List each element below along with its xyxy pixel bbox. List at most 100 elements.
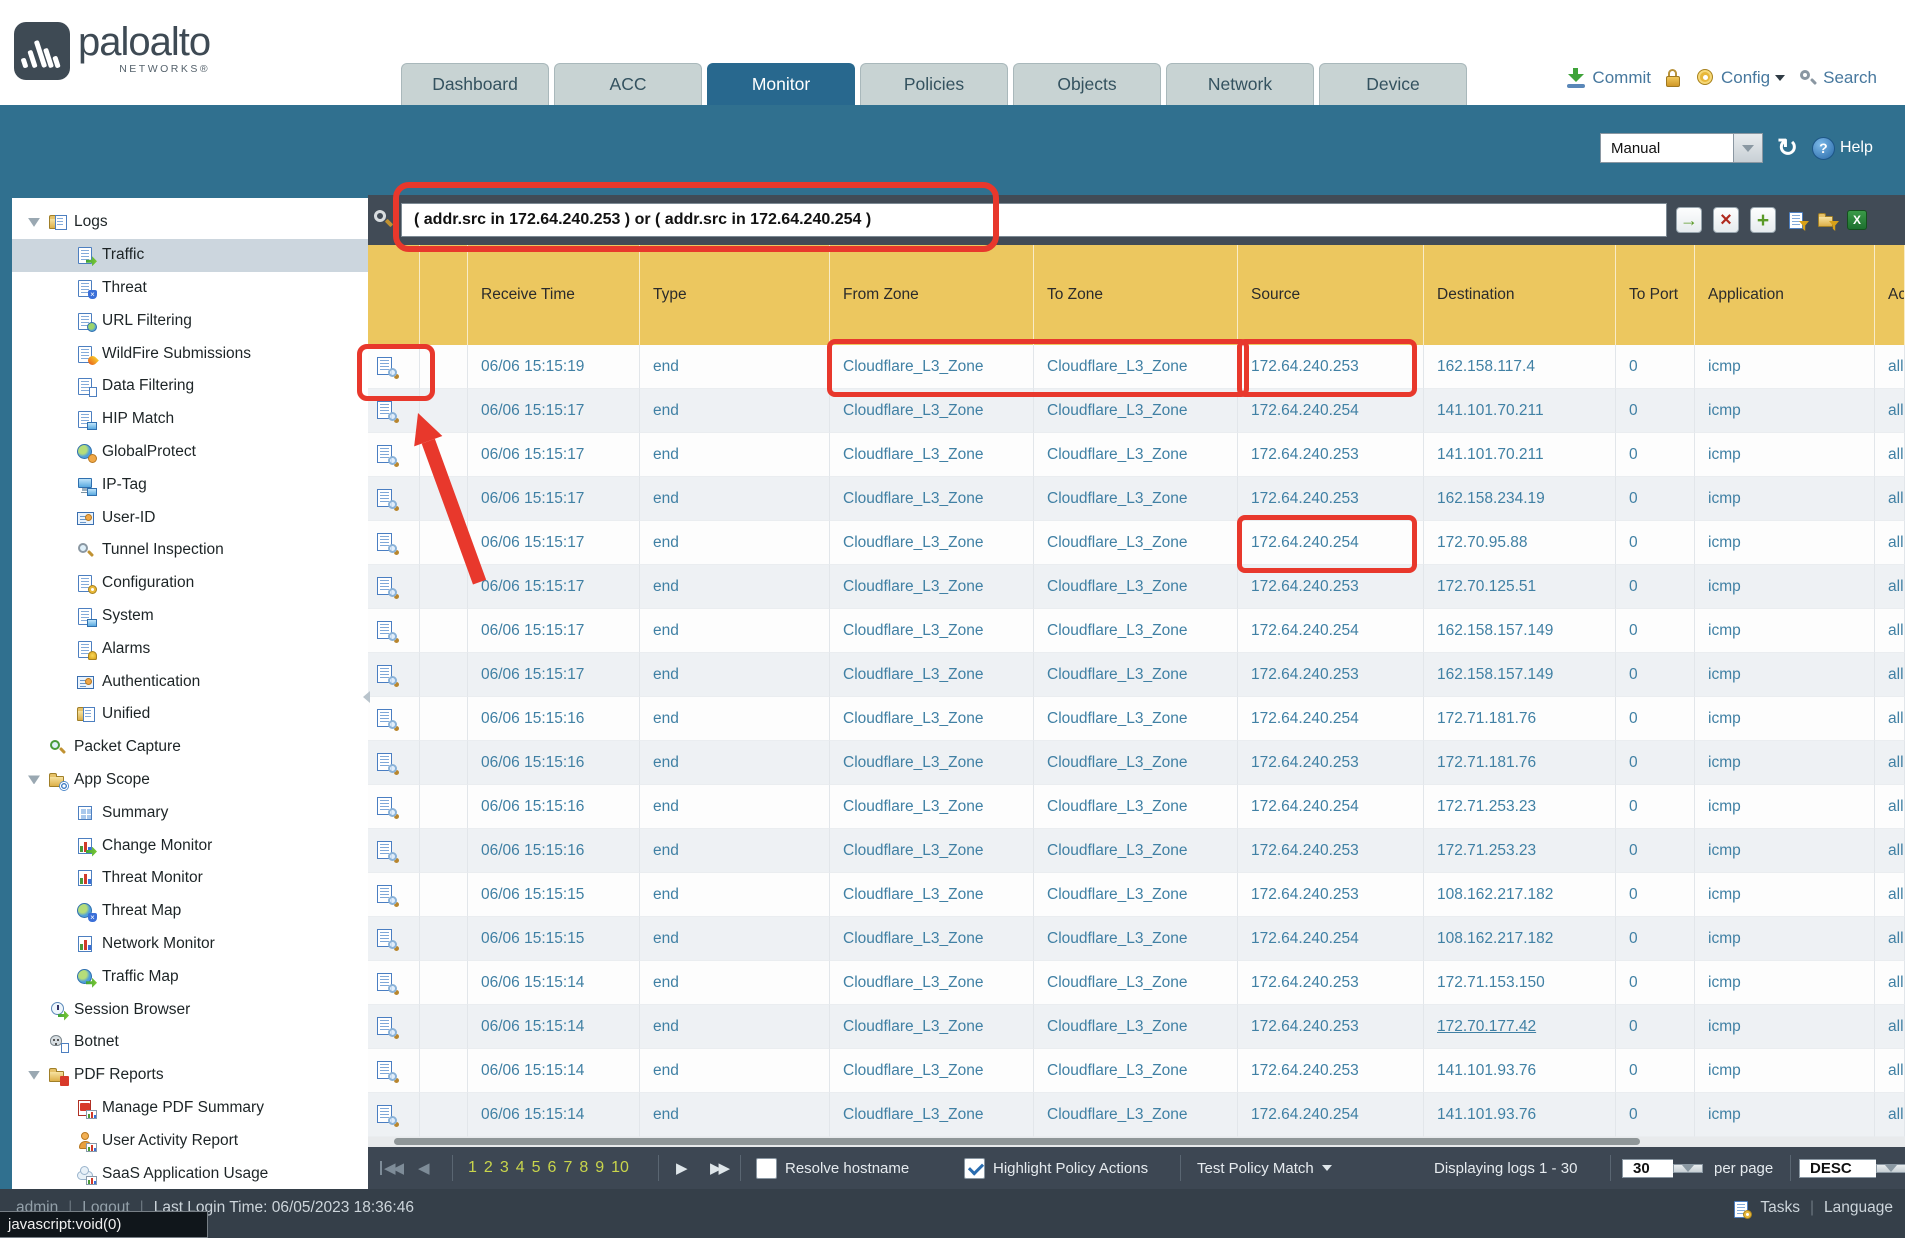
search-button[interactable]: Search xyxy=(1799,68,1877,88)
sidebar-item-network-monitor[interactable]: Network Monitor xyxy=(12,928,368,961)
cell-destination[interactable]: 162.158.157.149 xyxy=(1424,653,1616,697)
sidebar-item-logs[interactable]: Logs xyxy=(12,206,368,239)
commit-button[interactable]: Commit xyxy=(1565,68,1651,88)
sidebar-item-saas-application-usage[interactable]: SaaS Application Usage xyxy=(12,1157,368,1189)
cell-destination[interactable]: 162.158.117.4 xyxy=(1424,345,1616,389)
expander-triangle-icon[interactable] xyxy=(28,218,40,227)
horizontal-scrollbar-thumb[interactable] xyxy=(394,1138,1640,1145)
sidebar-item-alarms[interactable]: Alarms xyxy=(12,632,368,665)
cell-source[interactable]: 172.64.240.253 xyxy=(1238,1049,1424,1093)
sort-order-select[interactable]: DESC xyxy=(1799,1153,1905,1183)
log-detail-magnifier-icon[interactable] xyxy=(376,665,398,685)
column-header-receive-time[interactable]: Receive Time xyxy=(468,245,640,345)
cell-destination[interactable]: 172.70.125.51 xyxy=(1424,565,1616,609)
log-detail-magnifier-icon[interactable] xyxy=(376,1105,398,1125)
sidebar-item-change-monitor[interactable]: Change Monitor xyxy=(12,829,368,862)
log-detail-magnifier-icon[interactable] xyxy=(376,401,398,421)
log-detail-magnifier-icon[interactable] xyxy=(376,577,398,597)
log-detail-magnifier-icon[interactable] xyxy=(376,621,398,641)
column-header-from-zone[interactable]: From Zone xyxy=(830,245,1034,345)
cell-destination[interactable]: 108.162.217.182 xyxy=(1424,873,1616,917)
sidebar-item-configuration[interactable]: Configuration xyxy=(12,567,368,600)
test-policy-match-button[interactable]: Test Policy Match xyxy=(1197,1147,1332,1189)
log-detail-magnifier-icon[interactable] xyxy=(376,797,398,817)
sidebar-item-wildfire-submissions[interactable]: WildFire Submissions xyxy=(12,337,368,370)
cell-destination[interactable]: 141.101.93.76 xyxy=(1424,1093,1616,1137)
language-button[interactable]: Language xyxy=(1824,1199,1893,1217)
cell-source[interactable]: 172.64.240.253 xyxy=(1238,477,1424,521)
sidebar-item-packet-capture[interactable]: Packet Capture xyxy=(12,731,368,764)
cell-source[interactable]: 172.64.240.253 xyxy=(1238,961,1424,1005)
sidebar-item-globalprotect[interactable]: GlobalProtect xyxy=(12,436,368,469)
tab-objects[interactable]: Objects xyxy=(1013,63,1161,105)
sidebar-item-user-activity-report[interactable]: User Activity Report xyxy=(12,1124,368,1157)
refresh-interval-select[interactable]: Manual xyxy=(1600,133,1763,163)
sidebar-item-app-scope[interactable]: App Scope xyxy=(12,764,368,797)
cell-source[interactable]: 172.64.240.253 xyxy=(1238,345,1424,389)
cell-source[interactable]: 172.64.240.254 xyxy=(1238,1093,1424,1137)
sidebar-item-data-filtering[interactable]: Data Filtering xyxy=(12,370,368,403)
filter-builder-icon[interactable] xyxy=(1787,211,1806,229)
log-detail-magnifier-icon[interactable] xyxy=(376,929,398,949)
sidebar-item-authentication[interactable]: Authentication xyxy=(12,665,368,698)
apply-filter-button[interactable]: → xyxy=(1676,207,1702,233)
sidebar-item-ip-tag[interactable]: IP-Tag xyxy=(12,468,368,501)
page-number-5[interactable]: 5 xyxy=(532,1159,541,1177)
dropdown-arrow-icon[interactable] xyxy=(1876,1164,1905,1173)
dropdown-arrow-icon[interactable] xyxy=(1733,133,1763,163)
sidebar-item-threat-map[interactable]: Threat Map xyxy=(12,895,368,928)
clear-filter-button[interactable]: × xyxy=(1713,207,1739,233)
sidebar-item-traffic-map[interactable]: Traffic Map xyxy=(12,960,368,993)
cell-destination[interactable]: 162.158.157.149 xyxy=(1424,609,1616,653)
sidebar-item-manage-pdf-summary[interactable]: Manage PDF Summary xyxy=(12,1092,368,1125)
sidebar-item-user-id[interactable]: User-ID xyxy=(12,501,368,534)
log-detail-magnifier-icon[interactable] xyxy=(376,709,398,729)
resolve-hostname-checkbox[interactable] xyxy=(756,1158,777,1179)
sidebar-item-threat[interactable]: Threat xyxy=(12,272,368,305)
cell-source[interactable]: 172.64.240.253 xyxy=(1238,1005,1424,1049)
per-page-select[interactable]: 30 xyxy=(1622,1153,1703,1183)
log-detail-magnifier-icon[interactable] xyxy=(376,841,398,861)
cell-source[interactable]: 172.64.240.254 xyxy=(1238,521,1424,565)
config-menu-button[interactable]: Config xyxy=(1696,68,1785,88)
cell-source[interactable]: 172.64.240.253 xyxy=(1238,653,1424,697)
next-page-button[interactable]: ▶ xyxy=(676,1147,685,1189)
page-number-2[interactable]: 2 xyxy=(484,1159,493,1177)
help-button[interactable]: ? Help xyxy=(1812,137,1873,160)
column-header-to-port[interactable]: To Port xyxy=(1616,245,1695,345)
column-header-to-zone[interactable]: To Zone xyxy=(1034,245,1238,345)
cell-source[interactable]: 172.64.240.253 xyxy=(1238,565,1424,609)
cell-source[interactable]: 172.64.240.254 xyxy=(1238,917,1424,961)
log-detail-magnifier-icon[interactable] xyxy=(376,885,398,905)
cell-destination[interactable]: 141.101.93.76 xyxy=(1424,1049,1616,1093)
log-detail-magnifier-icon[interactable] xyxy=(376,489,398,509)
first-page-button[interactable]: ◀◀ xyxy=(380,1147,401,1189)
cell-source[interactable]: 172.64.240.254 xyxy=(1238,389,1424,433)
cell-destination[interactable]: 108.162.217.182 xyxy=(1424,917,1616,961)
page-number-9[interactable]: 9 xyxy=(595,1159,604,1177)
sidebar-item-pdf-reports[interactable]: PDF Reports xyxy=(12,1059,368,1092)
log-detail-magnifier-icon[interactable] xyxy=(376,533,398,553)
column-header-source[interactable]: Source xyxy=(1238,245,1424,345)
cell-destination[interactable]: 172.71.253.23 xyxy=(1424,785,1616,829)
sidebar-item-botnet[interactable]: Botnet xyxy=(12,1026,368,1059)
page-number-6[interactable]: 6 xyxy=(548,1159,557,1177)
tasks-button[interactable]: Tasks xyxy=(1760,1199,1800,1217)
cell-source[interactable]: 172.64.240.253 xyxy=(1238,433,1424,477)
cell-destination[interactable]: 141.101.70.211 xyxy=(1424,389,1616,433)
sidebar-item-system[interactable]: System xyxy=(12,600,368,633)
page-number-1[interactable]: 1 xyxy=(468,1159,477,1177)
cell-source[interactable]: 172.64.240.254 xyxy=(1238,785,1424,829)
expander-triangle-icon[interactable] xyxy=(28,775,40,784)
sidebar-item-url-filtering[interactable]: URL Filtering xyxy=(12,304,368,337)
prev-page-button[interactable]: ◀ xyxy=(418,1147,427,1189)
page-number-7[interactable]: 7 xyxy=(563,1159,572,1177)
cell-destination[interactable]: 172.71.181.76 xyxy=(1424,697,1616,741)
tab-device[interactable]: Device xyxy=(1319,63,1467,105)
log-detail-magnifier-icon[interactable] xyxy=(376,973,398,993)
log-detail-magnifier-icon[interactable] xyxy=(376,1061,398,1081)
sidebar-item-traffic[interactable]: Traffic xyxy=(12,239,368,272)
cell-source[interactable]: 172.64.240.253 xyxy=(1238,829,1424,873)
sidebar-item-tunnel-inspection[interactable]: Tunnel Inspection xyxy=(12,534,368,567)
cell-destination[interactable]: 162.158.234.19 xyxy=(1424,477,1616,521)
